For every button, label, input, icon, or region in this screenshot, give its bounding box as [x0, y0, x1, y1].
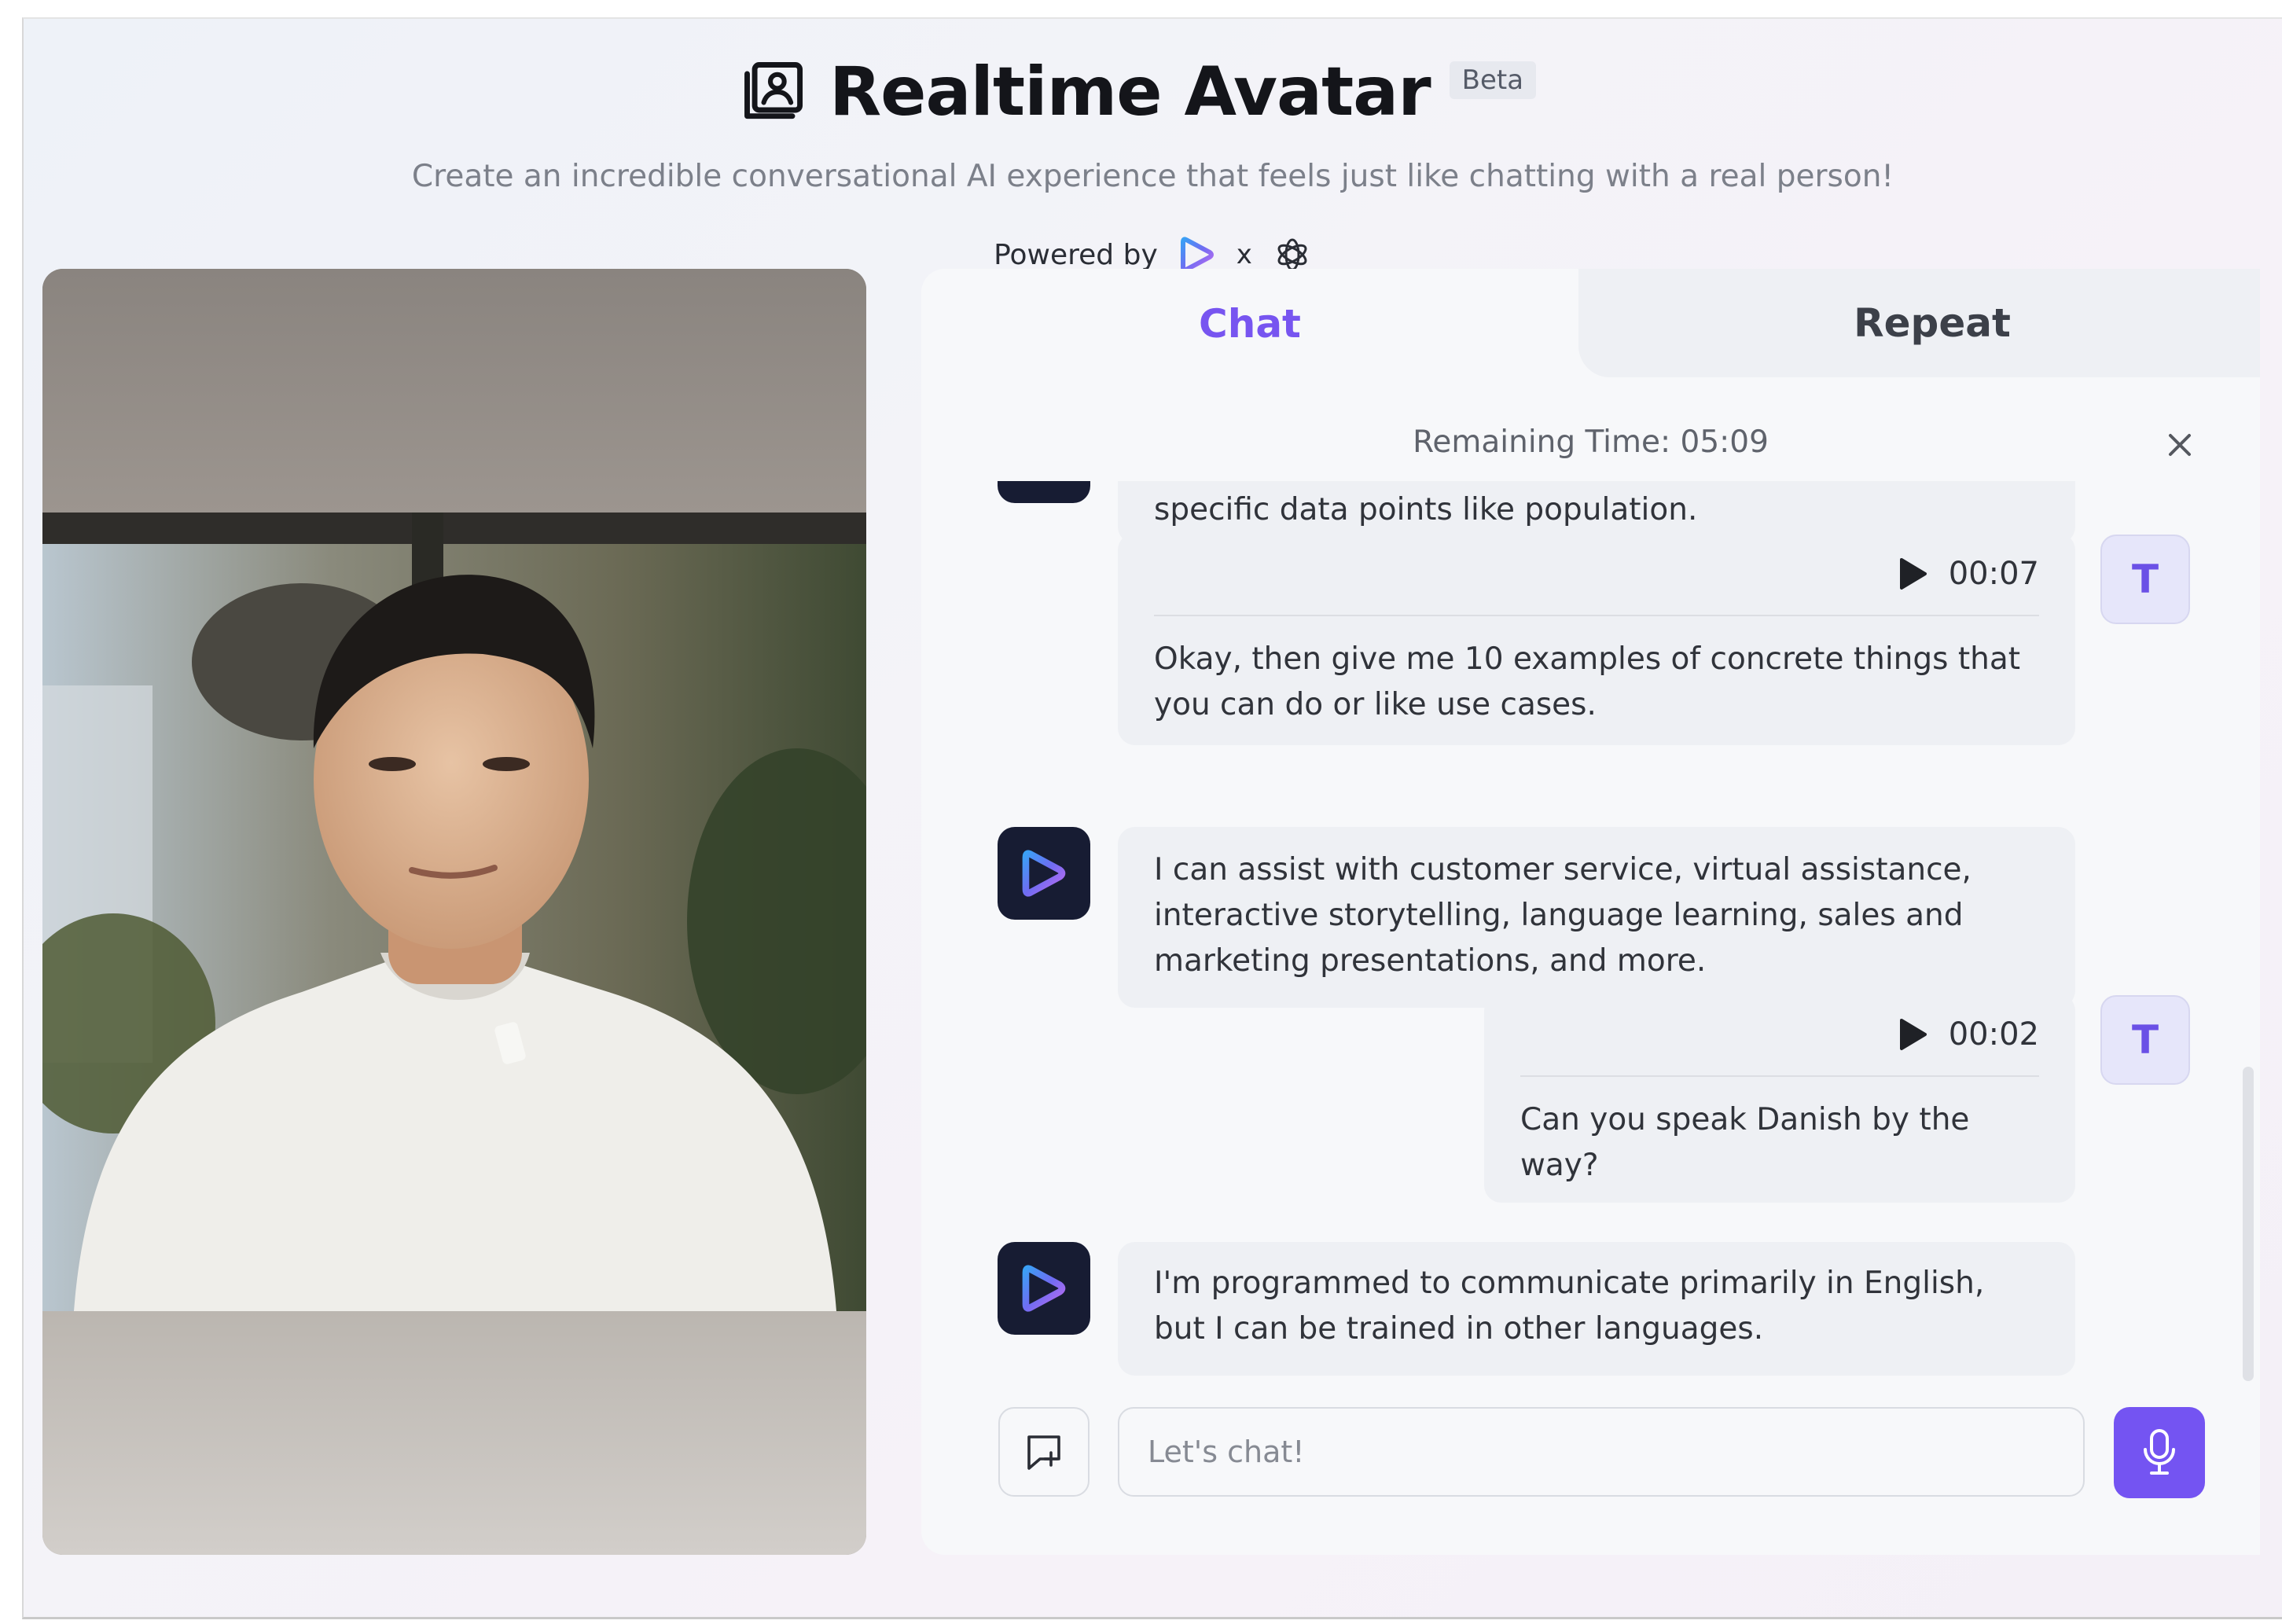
divider	[1520, 1075, 2039, 1077]
audio-duration: 00:07	[1948, 556, 2039, 592]
audio-player: 00:02	[1520, 1009, 2039, 1060]
play-logo-icon	[1022, 850, 1066, 897]
video-top-letterbox	[42, 269, 866, 513]
avatar-video[interactable]	[42, 269, 866, 1555]
ai-message: I can assist with customer service, virt…	[1118, 827, 2075, 1008]
user-message: 00:02 Can you speak Danish by the way?	[1484, 994, 2075, 1203]
message-text: I'm programmed to communicate primarily …	[1154, 1266, 1985, 1347]
message-text: Okay, then give me 10 examples of concre…	[1154, 641, 2021, 722]
microphone-icon	[2144, 1429, 2175, 1475]
avatar-person-image	[42, 513, 866, 1311]
user-message: 00:07 Okay, then give me 10 examples of …	[1118, 533, 2075, 745]
message-text: Can you speak Danish by the way?	[1520, 1102, 1970, 1183]
remaining-time: Remaining Time: 05:09	[1413, 424, 1769, 460]
audio-player: 00:07	[1154, 549, 2039, 599]
message-text: I can assist with customer service, virt…	[1154, 852, 1971, 979]
ai-avatar	[998, 481, 1090, 503]
ai-avatar	[998, 827, 1090, 920]
user-avatar: T	[2100, 995, 2190, 1085]
audio-duration: 00:02	[1948, 1016, 2039, 1053]
video-bottom-letterbox	[42, 1311, 866, 1555]
powered-by-label: Powered by	[994, 238, 1158, 271]
chat-input[interactable]	[1118, 1407, 2085, 1497]
tab-bar: Repeat Chat	[921, 269, 2260, 379]
mic-button[interactable]	[2114, 1407, 2205, 1498]
beta-badge: Beta	[1449, 61, 1537, 99]
tab-chat[interactable]: Chat	[921, 269, 1578, 379]
page-header: Realtime Avatar Beta	[24, 49, 2282, 135]
powered-by-separator: x	[1236, 239, 1252, 270]
page-title: Realtime Avatar	[829, 53, 1431, 131]
ai-message: I'm programmed to communicate primarily …	[1118, 1242, 2075, 1376]
new-chat-button[interactable]	[998, 1407, 1090, 1497]
close-icon[interactable]	[2164, 429, 2196, 461]
chat-panel: Repeat Chat Remaining Time: 05:09 specif…	[921, 269, 2260, 1555]
play-logo-icon	[1022, 1265, 1066, 1312]
portrait-icon	[744, 62, 803, 119]
message-text: specific data points like population.	[1154, 492, 1698, 527]
play-icon[interactable]	[1897, 1017, 1928, 1052]
page-subtitle: Create an incredible conversational AI e…	[411, 159, 1894, 194]
scrollbar[interactable]	[2243, 1067, 2254, 1381]
user-avatar: T	[2100, 535, 2190, 624]
divider	[1154, 615, 2039, 616]
message-list: specific data points like population. 00…	[921, 481, 2260, 1555]
new-chat-icon	[1027, 1435, 1060, 1470]
ai-avatar	[998, 1242, 1090, 1335]
play-icon[interactable]	[1897, 557, 1928, 591]
tab-repeat[interactable]: Repeat	[1578, 269, 2260, 377]
